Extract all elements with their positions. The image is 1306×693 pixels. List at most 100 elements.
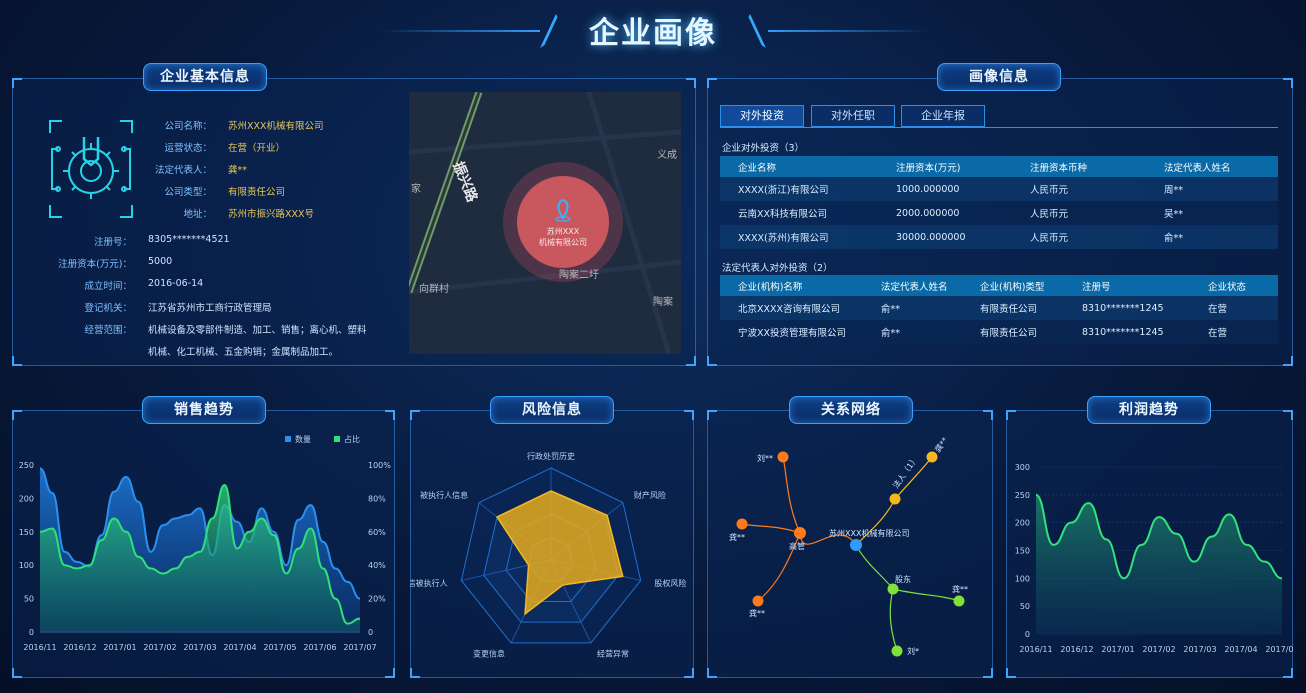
y-tick-label: 0 [29,628,34,637]
profit-title: 利润趋势 [1087,396,1211,424]
portrait-title: 画像信息 [937,63,1061,91]
cell: 吴** [1146,201,1278,225]
field-label: 法定代表人： [154,165,212,176]
profit-area [1036,494,1282,634]
cell: 人民币元 [1012,177,1146,201]
company-logo-icon [48,119,134,219]
cell: 云南XX科技有限公司 [720,201,878,225]
radar-indicator-label: 经营异常 [597,649,629,659]
cell: XXXX(浙江)有限公司 [720,177,878,201]
table-row[interactable]: XXXX(苏州)有限公司 30000.000000 人民币元 俞** [720,225,1278,249]
detail-value: 8305*******4521 [148,234,230,245]
table-row[interactable]: 云南XX科技有限公司 2000.000000 人民币元 吴** [720,201,1278,225]
detail-label: 经营范围： [84,325,132,336]
tab-positions[interactable]: 对外任职 [811,105,895,127]
sales-chart: 数量 占比 0 0 50 20% 100 40% 150 60% 200 80% 250 100% 20… [19,434,392,652]
x-tick-label: 2016/12 [1060,645,1093,654]
cell: 2000.000000 [878,201,1012,225]
network-node[interactable] [953,595,965,607]
network-node[interactable] [752,595,764,607]
detail-value: 机械设备及零部件制造、加工、销售；离心机、塑料 [148,325,367,336]
cell: 1000.000000 [878,177,1012,201]
radar-indicator-label: 行政处罚历史 [527,451,575,461]
x-tick-label: 2017/05 [1265,645,1293,654]
cell: 在营 [1190,296,1278,320]
col-header: 企业状态 [1190,275,1278,296]
relation-network[interactable]: 苏州XXX机械有限公司 高管 刘** 龚** 龚** 法人（1） 龚** 股东 … [707,425,993,675]
network-center-label: 苏州XXX机械有限公司 [829,528,909,538]
network-node[interactable] [736,518,748,530]
table-row[interactable]: 北京XXXX咨询有限公司 俞** 有限责任公司 8310*******1245 … [720,296,1278,320]
sales-title: 销售趋势 [142,396,266,424]
network-node-center[interactable] [850,539,862,551]
y-tick-label: 200 [1015,519,1030,528]
network-node-legal[interactable] [889,493,901,505]
legend-swatch-ratio [334,436,340,442]
y-tick-label: 300 [1015,463,1030,472]
detail-value: 5000 [148,256,173,267]
invest-table: 企业名称 注册资本(万元) 注册资本币种 法定代表人姓名 XXXX(浙江)有限公… [720,156,1278,249]
tab-annual-report[interactable]: 企业年报 [901,105,985,127]
legend-swatch-count [285,436,291,442]
basic-info-title: 企业基本信息 [143,63,267,91]
y2-tick-label: 20% [368,595,386,604]
network-label: 股东 [895,574,911,584]
cell: 人民币元 [1012,225,1146,249]
cell: 人民币元 [1012,201,1146,225]
network-label: 刘** [757,453,773,463]
col-header: 注册资本(万元) [878,156,1012,177]
field-value: 龚** [228,165,248,176]
network-label: 龚** [749,608,765,618]
location-map[interactable]: 苏州XXX 机械有限公司 振兴路 义成 向群村 陶案二圩 陶案 家 [409,92,681,354]
network-node[interactable] [926,451,938,463]
col-header: 企业名称 [720,156,878,177]
network-label: 龚** [932,435,949,454]
x-tick-label: 2017/01 [103,643,136,652]
y-tick-label: 150 [19,528,34,537]
y-tick-label: 100 [19,561,34,570]
map-place: 陶案 [653,295,673,308]
cell: 俞** [1146,225,1278,249]
y-tick-label: 250 [19,461,34,470]
tabs-underline [720,127,1278,128]
y-tick-label: 100 [1015,574,1030,583]
cell: 在营 [1190,320,1278,344]
y2-tick-label: 40% [368,561,386,570]
map-place: 家 [411,182,421,195]
network-node[interactable] [891,645,903,657]
header: 企业画像 [0,0,1306,62]
table-row[interactable]: 宁波XX投资管理有限公司 俞** 有限责任公司 8310*******1245 … [720,320,1278,344]
field-label: 运营状态： [164,143,212,154]
x-tick-label: 2017/04 [223,643,256,652]
x-tick-label: 2017/06 [303,643,336,652]
x-tick-label: 2017/03 [183,643,216,652]
network-node-executive[interactable] [794,527,806,539]
field-label: 地址： [183,209,212,220]
table-row[interactable]: XXXX(浙江)有限公司 1000.000000 人民币元 周** [720,177,1278,201]
x-tick-label: 2016/11 [23,643,56,652]
x-tick-label: 2016/11 [1019,645,1052,654]
tab-investment[interactable]: 对外投资 [720,105,804,127]
radar-indicator-label: 股权风险 [654,578,686,588]
y-tick-label: 250 [1015,491,1030,500]
field-value: 苏州市振兴路XXX号 [228,209,315,220]
y-tick-label: 50 [1020,602,1030,611]
network-title: 关系网络 [789,396,913,424]
network-node-shareholder[interactable] [887,583,899,595]
cell: 30000.000000 [878,225,1012,249]
cell: XXXX(苏州)有限公司 [720,225,878,249]
y-tick-label: 0 [1025,630,1030,639]
col-header: 法定代表人姓名 [1146,156,1278,177]
detail-label: 登记机关： [84,303,132,314]
rep-invest-table: 企业(机构)名称 法定代表人姓名 企业(机构)类型 注册号 企业状态 北京XXX… [720,275,1278,344]
y2-tick-label: 0 [368,628,373,637]
cell: 俞** [863,296,962,320]
network-node[interactable] [777,451,789,463]
marker-label-1: 苏州XXX [547,226,580,236]
profit-chart: 0 50 100 150 200 250 300 2016/11 2016/12 2017/01 2… [1015,463,1293,654]
x-tick-label: 2016/12 [63,643,96,652]
y-tick-label: 200 [19,494,34,503]
x-tick-label: 2017/02 [143,643,176,652]
y2-tick-label: 60% [368,528,386,537]
radar-indicator-label: 变更信息 [473,649,505,659]
